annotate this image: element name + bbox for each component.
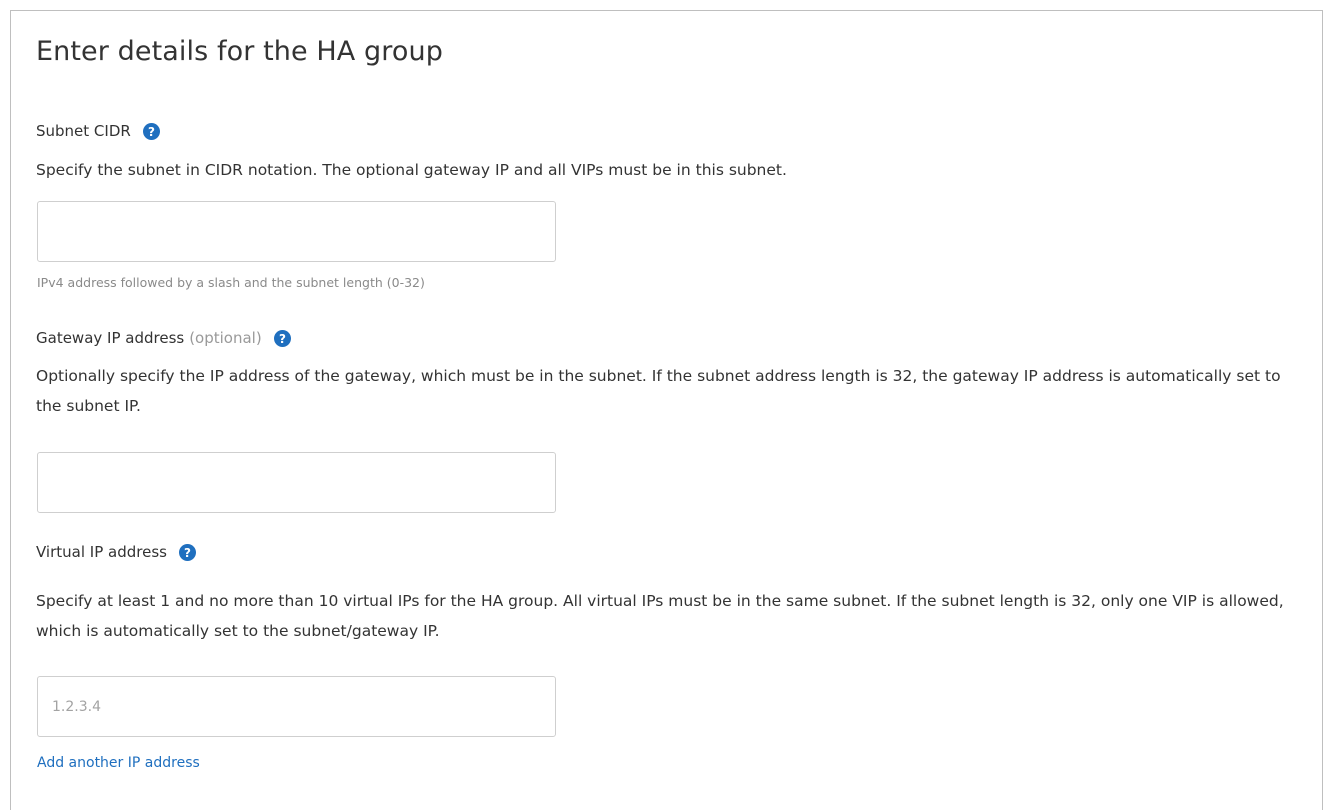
question-circle-icon[interactable]: ? [178,543,196,561]
gateway-ip-label-row: Gateway IP address (optional) ? [36,329,291,347]
subnet-cidr-description: Specify the subnet in CIDR notation. The… [36,161,787,179]
gateway-ip-input[interactable] [37,452,556,513]
gateway-ip-label: Gateway IP address [36,329,185,347]
subnet-cidr-label-row: Subnet CIDR ? [36,122,160,140]
gateway-ip-description: Optionally specify the IP address of the… [36,367,1281,415]
svg-text:?: ? [184,546,191,560]
subnet-cidr-label: Subnet CIDR [36,122,131,140]
virtual-ip-input[interactable] [37,676,556,737]
optional-text: (optional) [189,329,262,347]
virtual-ip-description: Specify at least 1 and no more than 10 v… [36,592,1284,640]
subnet-cidr-input[interactable] [37,201,556,262]
add-another-ip-link[interactable]: Add another IP address [37,755,200,771]
virtual-ip-label: Virtual IP address [36,543,167,561]
question-circle-icon[interactable]: ? [273,329,291,347]
question-circle-icon[interactable]: ? [142,122,160,140]
svg-text:?: ? [279,332,286,346]
subnet-cidr-hint: IPv4 address followed by a slash and the… [37,275,425,290]
svg-text:?: ? [148,125,155,139]
ha-group-details-panel: Enter details for the HA group Subnet CI… [10,10,1323,810]
page-title: Enter details for the HA group [36,36,443,67]
virtual-ip-label-row: Virtual IP address ? [36,543,196,561]
